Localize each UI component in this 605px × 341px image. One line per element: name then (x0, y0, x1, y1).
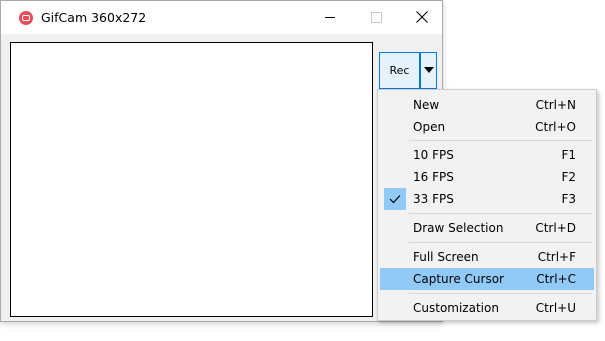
menu-item-label: 33 FPS (413, 192, 454, 206)
menu-item-capture-cursor[interactable]: Capture Cursor Ctrl+C (380, 268, 594, 290)
menu-item-open[interactable]: Open Ctrl+O (380, 116, 594, 138)
menu-item-10-fps[interactable]: 10 FPS F1 (380, 144, 594, 166)
menu-item-new[interactable]: New Ctrl+N (380, 94, 594, 116)
menu-item-16-fps[interactable]: 16 FPS F2 (380, 166, 594, 188)
window-title: GifCam 360x272 (41, 10, 147, 25)
menu-item-shortcut: Ctrl+F (537, 250, 576, 264)
rec-button[interactable]: Rec (379, 52, 420, 89)
menu-item-shortcut: F3 (561, 192, 576, 206)
menu-item-shortcut: Ctrl+U (535, 301, 576, 315)
title-bar[interactable]: GifCam 360x272 (1, 1, 442, 34)
menu-item-label: New (413, 98, 440, 112)
menu-item-label: 16 FPS (413, 170, 454, 184)
gifcam-app-icon[interactable] (19, 11, 33, 25)
rec-dropdown-button[interactable] (420, 52, 437, 89)
chevron-down-icon (424, 67, 434, 73)
menu-separator (409, 213, 592, 214)
menu-item-shortcut: Ctrl+C (536, 272, 576, 286)
menu-item-shortcut: Ctrl+D (535, 221, 576, 235)
maximize-icon (353, 1, 399, 34)
menu-item-label: Customization (413, 301, 499, 315)
menu-item-customization[interactable]: Customization Ctrl+U (380, 297, 594, 319)
menu-item-label: Open (413, 120, 446, 134)
menu-separator (409, 242, 592, 243)
capture-frame[interactable] (10, 42, 373, 317)
menu-item-label: Capture Cursor (413, 272, 504, 286)
menu-item-label: Full Screen (413, 250, 479, 264)
menu-item-label: Draw Selection (413, 221, 504, 235)
menu-item-33-fps[interactable]: 33 FPS F3 (380, 188, 594, 210)
options-menu: New Ctrl+N Open Ctrl+O 10 FPS F1 16 FPS … (377, 89, 597, 321)
menu-item-shortcut: F2 (561, 170, 576, 184)
menu-item-shortcut: F1 (561, 148, 576, 162)
menu-separator (409, 140, 592, 141)
close-icon[interactable] (399, 1, 445, 34)
menu-item-full-screen[interactable]: Full Screen Ctrl+F (380, 246, 594, 268)
menu-item-shortcut: Ctrl+N (535, 98, 576, 112)
minimize-icon[interactable] (307, 1, 353, 34)
checkmark-icon (384, 188, 406, 210)
menu-item-label: 10 FPS (413, 148, 454, 162)
menu-separator (409, 293, 592, 294)
menu-item-draw-selection[interactable]: Draw Selection Ctrl+D (380, 217, 594, 239)
menu-item-shortcut: Ctrl+O (535, 120, 576, 134)
